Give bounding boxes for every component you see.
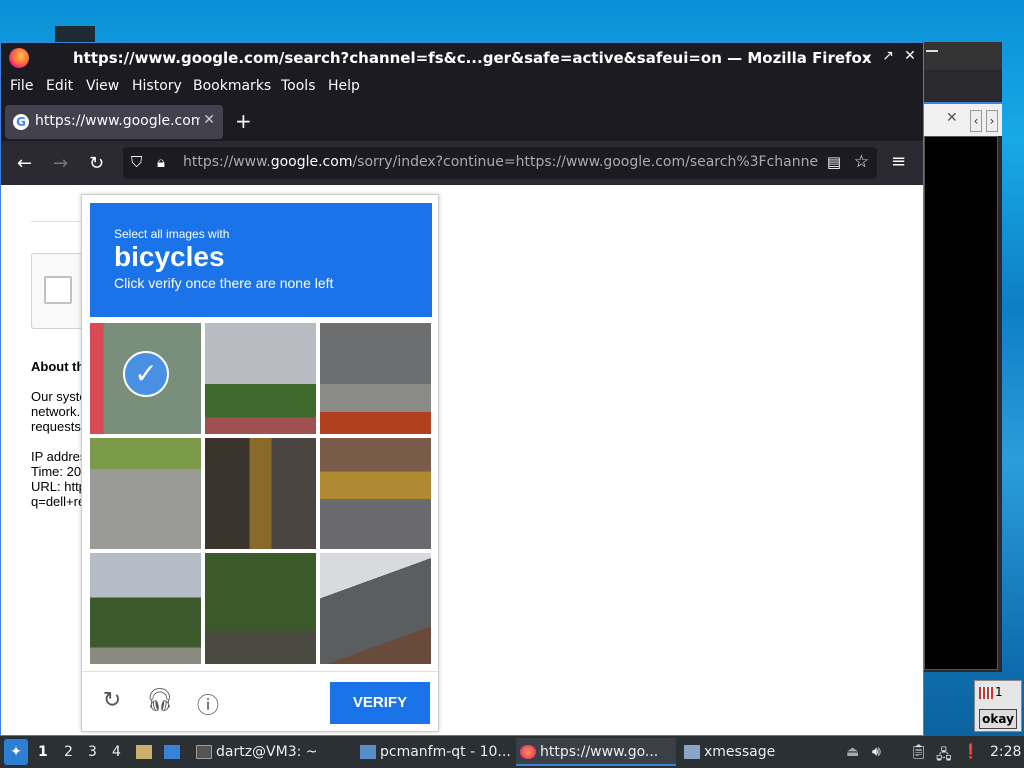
minimize-button[interactable]: – — [859, 48, 873, 64]
divider — [31, 221, 83, 222]
menu-bar: File Edit View History Bookmarks Tools H… — [1, 73, 923, 101]
maximize-button[interactable]: ↗ — [881, 48, 895, 64]
page-text-line: URL: http — [31, 479, 86, 494]
verify-button[interactable]: VERIFY — [330, 682, 430, 724]
image-tile[interactable] — [320, 553, 431, 664]
menu-file[interactable]: File — [10, 78, 33, 94]
okay-button[interactable]: okay — [979, 709, 1017, 729]
challenge-target: bicycles — [114, 241, 225, 272]
task-firefox[interactable]: https://www.go... — [516, 738, 676, 766]
page-text-line: IP addres — [31, 449, 87, 464]
about-heading: About th — [31, 359, 85, 374]
reload-button[interactable]: ↻ — [89, 153, 104, 174]
forward-button[interactable]: → — [53, 153, 68, 174]
tab-title: https://www.google.com/ — [35, 113, 200, 129]
recaptcha-challenge: Select all images with bicycles Click ve… — [81, 194, 439, 732]
folder-icon — [360, 745, 376, 759]
page-text-line: Time: 20 — [31, 464, 82, 479]
lock-icon[interactable]: 🔒︎ — [157, 153, 165, 171]
image-tile[interactable] — [90, 438, 201, 549]
workspace-1[interactable]: 1 — [38, 744, 48, 760]
task-xmessage[interactable]: xmessage — [684, 744, 775, 760]
audio-challenge-icon[interactable]: 🎧︎ — [146, 688, 174, 713]
terminal-area[interactable] — [924, 136, 998, 670]
image-tile[interactable] — [320, 323, 431, 434]
clock[interactable]: 2:28 — [990, 744, 1021, 760]
menu-history[interactable]: History — [132, 78, 182, 94]
menu-tools[interactable]: Tools — [281, 78, 316, 94]
close-icon[interactable]: ✕ — [946, 110, 958, 126]
reload-challenge-icon[interactable]: ↻ — [98, 688, 126, 713]
firefox-icon — [520, 745, 536, 759]
terminal-icon — [196, 745, 212, 759]
recaptcha-checkbox[interactable] — [44, 276, 72, 304]
tab-google[interactable]: G https://www.google.com/ ✕ — [5, 105, 223, 139]
page-text-line: requests — [31, 419, 81, 434]
chevron-right-icon[interactable]: › — [986, 110, 998, 132]
image-tile[interactable]: ✓ — [90, 323, 201, 434]
network-icon[interactable]: 🖧 — [936, 744, 952, 768]
minimize-icon[interactable] — [926, 50, 938, 52]
workspace-4[interactable]: 4 — [112, 744, 121, 760]
notification-icon[interactable]: ❗ — [962, 744, 979, 760]
task-pcmanfm[interactable]: pcmanfm-qt - 10... — [360, 744, 511, 760]
navigation-bar: ← → ↻ ⛉ 🔒︎ https://www.google.com/sorry/… — [1, 141, 923, 185]
volume-icon[interactable]: 🔊︎ — [872, 744, 881, 760]
workspace-2[interactable]: 2 — [64, 744, 73, 760]
check-icon: ✓ — [123, 351, 169, 397]
window-titlebar[interactable]: https://www.google.com/search?channel=fs… — [1, 43, 923, 73]
background-window-titlebar[interactable] — [918, 42, 1002, 70]
xmessage-count: 1 — [979, 685, 1003, 699]
flag-icon — [979, 686, 993, 699]
image-tile[interactable] — [205, 438, 316, 549]
background-window-tab[interactable]: ✕ ‹ › — [922, 102, 1002, 136]
start-menu-icon[interactable]: ✦ — [4, 739, 28, 765]
clipboard-icon[interactable]: 📋︎ — [910, 744, 928, 760]
challenge-subtext: Click verify once there are none left — [114, 275, 334, 291]
bookmark-star-icon[interactable]: ☆ — [854, 152, 869, 172]
image-tile[interactable] — [320, 438, 431, 549]
page-text-line: Our syste — [31, 389, 87, 404]
firefox-logo-icon — [9, 48, 29, 68]
window-icon — [684, 745, 700, 759]
close-tab-icon[interactable]: ✕ — [203, 112, 215, 128]
menu-bookmarks[interactable]: Bookmarks — [193, 78, 271, 94]
app-menu-icon[interactable]: ≡ — [891, 151, 906, 172]
page-text-line: network. — [31, 404, 81, 419]
image-grid: ✓ — [90, 323, 432, 665]
menu-help[interactable]: Help — [328, 78, 360, 94]
image-tile[interactable] — [205, 553, 316, 664]
info-icon[interactable]: ⓘ — [194, 688, 222, 720]
background-window[interactable]: ✕ ‹ › — [918, 42, 1002, 672]
menu-edit[interactable]: Edit — [46, 78, 73, 94]
taskbar: ✦ 1 2 3 4 dartz@VM3: ~ pcmanfm-qt - 10..… — [0, 736, 1024, 768]
challenge-footer: ↻ 🎧︎ ⓘ VERIFY — [82, 671, 438, 731]
close-button[interactable]: ✕ — [903, 48, 917, 64]
tab-bar: G https://www.google.com/ ✕ + — [1, 101, 923, 141]
google-favicon-icon: G — [13, 114, 29, 130]
back-button[interactable]: ← — [17, 153, 32, 174]
menu-view[interactable]: View — [86, 78, 119, 94]
url-text[interactable]: https://www.google.com/sorry/index?conti… — [183, 154, 819, 170]
eject-icon[interactable]: ⏏ — [846, 744, 859, 760]
xmessage-window: 1 okay — [974, 680, 1022, 732]
url-bar[interactable]: ⛉ 🔒︎ https://www.google.com/sorry/index?… — [123, 147, 877, 179]
challenge-header: Select all images with bicycles Click ve… — [90, 203, 432, 317]
image-tile[interactable] — [205, 323, 316, 434]
file-manager-launcher-icon[interactable] — [136, 744, 156, 760]
workspace-3[interactable]: 3 — [88, 744, 97, 760]
shield-icon[interactable]: ⛉ — [131, 153, 142, 171]
new-tab-button[interactable]: + — [235, 109, 252, 133]
reader-view-icon[interactable]: ▤ — [827, 153, 841, 171]
challenge-instruction: Select all images with — [114, 227, 230, 241]
window-title: https://www.google.com/search?channel=fs… — [73, 49, 872, 67]
image-tile[interactable] — [90, 553, 201, 664]
task-terminal[interactable]: dartz@VM3: ~ — [196, 744, 318, 760]
page-text-line: q=dell+re — [31, 494, 86, 509]
chevron-left-icon[interactable]: ‹ — [970, 110, 982, 132]
desktop-launcher-icon[interactable] — [164, 744, 184, 760]
